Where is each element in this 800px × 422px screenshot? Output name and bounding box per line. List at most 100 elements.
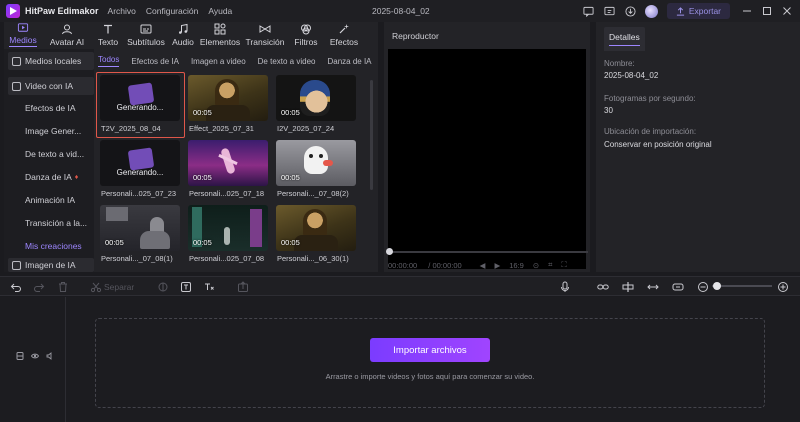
- tab-audio[interactable]: Audio: [168, 22, 198, 49]
- tab-filtros[interactable]: Filtros: [288, 22, 324, 49]
- tab-transicion-label: Transición: [245, 37, 285, 47]
- media-icon: [17, 23, 29, 32]
- player-controls: 00:00:00 / 00:00:00 ◀ ▶ 16:9 ⊙ ⌗ ⛶: [388, 259, 588, 271]
- tab-subtitulos[interactable]: Subtítulos: [124, 22, 168, 49]
- media-card[interactable]: Generando... T2V_2025_08_04: [96, 72, 185, 138]
- prev-frame-icon[interactable]: ◀: [480, 261, 486, 270]
- generating-thumbnail: Generando...: [100, 140, 180, 186]
- sidebar-label: Mis creaciones: [25, 241, 82, 251]
- redo-icon[interactable]: [33, 281, 45, 293]
- delete-icon[interactable]: [57, 281, 69, 293]
- tab-detalles[interactable]: Detalles: [604, 27, 645, 51]
- detail-label-name: Nombre:: [604, 59, 635, 68]
- tab-texto-a-video[interactable]: De texto a video: [258, 57, 316, 66]
- sidebar-item-transicion[interactable]: Transición a la...: [8, 214, 94, 232]
- tab-efectos[interactable]: Efectos: [324, 22, 364, 49]
- media-card[interactable]: 00:05 Personali...025_07_18: [188, 140, 268, 200]
- media-drop-zone[interactable]: [95, 318, 765, 408]
- detail-value-name: 2025-08-04_02: [604, 71, 659, 80]
- seek-handle[interactable]: [386, 248, 393, 255]
- import-files-button[interactable]: Importar archivos: [370, 338, 490, 362]
- play-icon[interactable]: ▶: [494, 261, 500, 270]
- close-icon[interactable]: [780, 4, 794, 18]
- current-time: 00:00:00 / 00:00:00: [388, 260, 462, 270]
- tab-elementos[interactable]: Elementos: [198, 22, 242, 49]
- sidebar-label: De texto a vid...: [25, 149, 85, 159]
- crop-icon[interactable]: ⌗: [548, 260, 552, 270]
- menu-configuracion[interactable]: Configuración: [146, 6, 198, 16]
- minimize-icon[interactable]: [740, 4, 754, 18]
- mask-icon[interactable]: [157, 281, 169, 293]
- auto-subtitle-icon[interactable]: [203, 281, 215, 293]
- media-card[interactable]: 00:05 I2V_2025_07_24: [276, 75, 356, 135]
- menu-archivo[interactable]: Archivo: [108, 6, 136, 16]
- sidebar-label: Efectos de IA: [25, 103, 76, 113]
- maximize-icon[interactable]: [760, 4, 774, 18]
- message-icon[interactable]: [603, 5, 616, 18]
- sidebar-item-medios-locales[interactable]: Medios locales: [8, 52, 94, 70]
- split-label[interactable]: Separar: [104, 282, 134, 292]
- media-card[interactable]: 00:05 Personali..._06_30(1): [276, 205, 356, 265]
- zoom-in-icon[interactable]: [777, 281, 789, 293]
- media-card-label: Personali...025_07_23: [101, 189, 177, 198]
- sidebar-item-efectos-de-ia[interactable]: Efectos de IA: [8, 99, 94, 117]
- tab-transicion[interactable]: Transición: [242, 22, 288, 49]
- media-card[interactable]: Generando... Personali...025_07_23: [100, 140, 180, 200]
- title-bar: HitPaw Edimakor Archivo Configuración Ay…: [0, 0, 800, 22]
- media-card[interactable]: 00:05 Personali..._07_08(2): [276, 140, 356, 200]
- export-button[interactable]: Exportar: [666, 3, 730, 19]
- media-card[interactable]: 00:05 Personali...025_07_08: [188, 205, 268, 265]
- sidebar-label: Transición a la...: [25, 218, 88, 228]
- sidebar-item-video-con-ia[interactable]: Video con IA: [8, 77, 94, 95]
- media-card-label: Effect_2025_07_31: [189, 124, 254, 133]
- tab-avatar-ai[interactable]: Avatar AI: [42, 22, 92, 49]
- feedback-icon[interactable]: [582, 5, 595, 18]
- sidebar-item-texto-a-video[interactable]: De texto a vid...: [8, 145, 94, 163]
- zoom-slider[interactable]: [712, 285, 772, 287]
- details-panel: Detalles Nombre: 2025-08-04_02 Fotograma…: [596, 22, 800, 272]
- seek-bar[interactable]: [388, 251, 588, 253]
- sidebar-item-danza-de-ia[interactable]: Danza de IA ♦: [8, 168, 94, 186]
- visibility-icon[interactable]: [31, 352, 39, 360]
- media-card[interactable]: 00:05 Personali..._07_08(1): [100, 205, 180, 265]
- detail-value-import-location: Conservar en posición original: [604, 140, 712, 149]
- export-clip-icon[interactable]: [237, 281, 249, 293]
- sidebar-item-animacion-ia[interactable]: Animación IA: [8, 191, 94, 209]
- tab-texto[interactable]: Texto: [92, 22, 124, 49]
- folder-icon: [12, 56, 21, 66]
- sidebar-item-imagen-de-ia[interactable]: Imagen de IA: [8, 258, 94, 272]
- zoom-slider-handle[interactable]: [713, 282, 721, 290]
- tab-todos[interactable]: Todos: [98, 55, 119, 67]
- snapshot-icon[interactable]: ⊙: [533, 261, 539, 270]
- tab-medios[interactable]: Medios: [4, 22, 42, 49]
- menu-ayuda[interactable]: Ayuda: [208, 6, 232, 16]
- duration-label: 00:05: [193, 238, 212, 247]
- mute-icon[interactable]: [46, 352, 54, 360]
- tab-efectos-de-ia[interactable]: Efectos de IA: [131, 57, 179, 66]
- sidebar-item-mis-creaciones[interactable]: Mis creaciones: [8, 237, 94, 255]
- snap-icon[interactable]: [622, 281, 634, 293]
- sidebar-item-image-generator[interactable]: Image Gener...: [8, 122, 94, 140]
- player-screen[interactable]: [388, 49, 586, 269]
- zoom-out-icon[interactable]: [697, 281, 709, 293]
- split-icon[interactable]: [90, 281, 102, 293]
- track-storage-icon[interactable]: [16, 352, 24, 360]
- generating-status: Generando...: [116, 168, 164, 177]
- library-scrollbar[interactable]: [370, 80, 373, 190]
- track-fit-icon[interactable]: [647, 281, 659, 293]
- microphone-icon[interactable]: [559, 281, 571, 293]
- media-card-label: Personali..._06_30(1): [277, 254, 349, 263]
- fit-timeline-icon[interactable]: [672, 281, 684, 293]
- text-box-icon[interactable]: [180, 281, 192, 293]
- aspect-ratio-select[interactable]: 16:9: [509, 261, 524, 270]
- user-avatar[interactable]: [644, 4, 658, 18]
- filters-icon: [301, 24, 311, 35]
- media-card[interactable]: 00:05 Effect_2025_07_31: [188, 75, 268, 135]
- undo-icon[interactable]: [10, 281, 22, 293]
- download-icon[interactable]: [624, 5, 637, 18]
- tab-imagen-a-video[interactable]: Imagen a video: [191, 57, 246, 66]
- fullscreen-icon[interactable]: ⛶: [561, 260, 566, 270]
- text-icon: [104, 24, 112, 34]
- tab-danza-de-ia[interactable]: Danza de IA: [327, 57, 371, 66]
- link-icon[interactable]: [597, 281, 609, 293]
